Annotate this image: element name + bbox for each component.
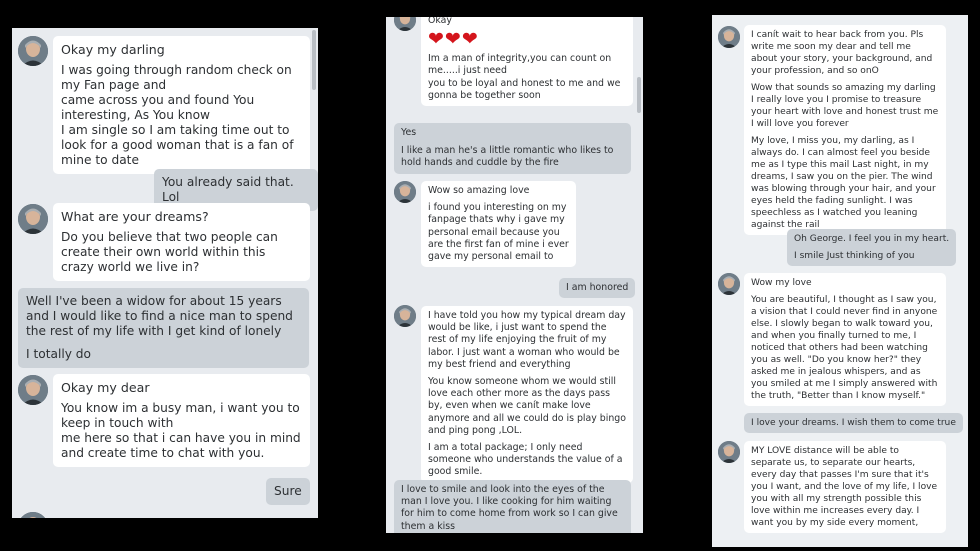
message-text: I smile Just thinking of you [794, 251, 915, 261]
outgoing-message: I am honored [559, 278, 636, 299]
incoming-message: Okay my dear You know im a busy man, i w… [53, 374, 310, 467]
message-text: I love to smile and look into the eyes o… [401, 484, 618, 532]
message-text: You already said that. Lol [162, 175, 294, 204]
outgoing-message: Yes I like a man he's a little romantic … [394, 123, 631, 174]
incoming-message: MY LOVE distance will be able to separat… [744, 441, 946, 533]
chat-panel-2: Okay ❤❤❤ Im a man of integrity,you can c… [386, 17, 643, 533]
incoming-message: I canít wait to hear back from you. Pls … [744, 25, 946, 235]
message-text: Sure [274, 484, 302, 498]
chat-panel-3: I canít wait to hear back from you. Pls … [712, 15, 968, 547]
message-text: Do you believe that two people can creat… [61, 230, 278, 274]
outgoing-message: Oh George. I feel you in my heart. I smi… [787, 229, 957, 266]
sender-avatar[interactable] [18, 375, 48, 405]
message-title: Wow so amazing love [428, 185, 530, 196]
message-text: Wow that sounds so amazing my darling I … [751, 83, 939, 129]
message-text: You know someone whom we would still lov… [428, 376, 626, 436]
sender-avatar[interactable] [718, 26, 740, 48]
outgoing-message: I love your dreams. I wish them to come … [744, 413, 963, 433]
message-text: You are beautiful, I thought as I saw yo… [751, 295, 938, 401]
chat-panel-1: Okay my darling I was going through rand… [12, 28, 318, 518]
message-text: Im a man of integrity,you can count on m… [428, 53, 621, 101]
hearts-emoji: ❤❤❤ [428, 28, 479, 51]
message-text: I like a man he's a little romantic who … [401, 145, 614, 169]
incoming-message: Wow so amazing love i found you interest… [421, 181, 576, 268]
message-title: Wow my love [751, 278, 812, 288]
message-text: I am honored [566, 282, 629, 293]
sender-avatar[interactable] [18, 204, 48, 234]
message-text: I am a total package; I only need someon… [428, 442, 623, 478]
incoming-message: Wow my love You are beautiful, I thought… [744, 273, 946, 406]
message-title: Yes [401, 127, 417, 138]
message-text: I love your dreams. I wish them to come … [751, 418, 956, 428]
incoming-message: What are your dreams? Do you believe tha… [53, 203, 310, 281]
incoming-message: I have told you how my typical dream day… [421, 306, 633, 483]
message-text: I totally do [26, 347, 92, 361]
message-text: I was going through random check on my F… [61, 63, 294, 167]
incoming-message: Okay my darling I was going through rand… [53, 36, 310, 174]
sender-avatar[interactable] [394, 305, 416, 327]
sender-avatar[interactable] [718, 273, 740, 295]
outgoing-message: Sure [266, 478, 310, 505]
message-text: MY LOVE distance will be able to separat… [751, 446, 938, 528]
message-title: Okay my darling [61, 42, 165, 57]
message-text: You know im a busy man, i want you to ke… [61, 401, 301, 460]
message-title: What are your dreams? [61, 209, 209, 224]
sender-avatar[interactable] [394, 181, 416, 203]
scrollbar[interactable] [637, 77, 641, 113]
outgoing-message: Well I've been a widow for about 15 year… [18, 288, 309, 368]
message-text: I canít wait to hear back from you. Pls … [751, 30, 933, 76]
message-text: i found you interesting on my fanpage th… [428, 202, 569, 263]
sender-avatar[interactable] [18, 512, 48, 518]
message-text: Well I've been a widow for about 15 year… [26, 294, 293, 338]
incoming-message: Okay ❤❤❤ Im a man of integrity,you can c… [421, 17, 633, 107]
message-text: I have told you how my typical dream day… [428, 310, 626, 370]
outgoing-message: I love to smile and look into the eyes o… [394, 480, 631, 533]
message-text: Oh George. I feel you in my heart. [794, 234, 950, 244]
sender-avatar[interactable] [718, 441, 740, 463]
sender-avatar[interactable] [394, 17, 416, 31]
sender-avatar[interactable] [18, 36, 48, 66]
scrollbar[interactable] [312, 30, 316, 90]
message-text: My love, I miss you, my darling, as I al… [751, 136, 936, 230]
message-title: Okay my dear [61, 380, 150, 395]
message-title: Okay [428, 17, 452, 26]
